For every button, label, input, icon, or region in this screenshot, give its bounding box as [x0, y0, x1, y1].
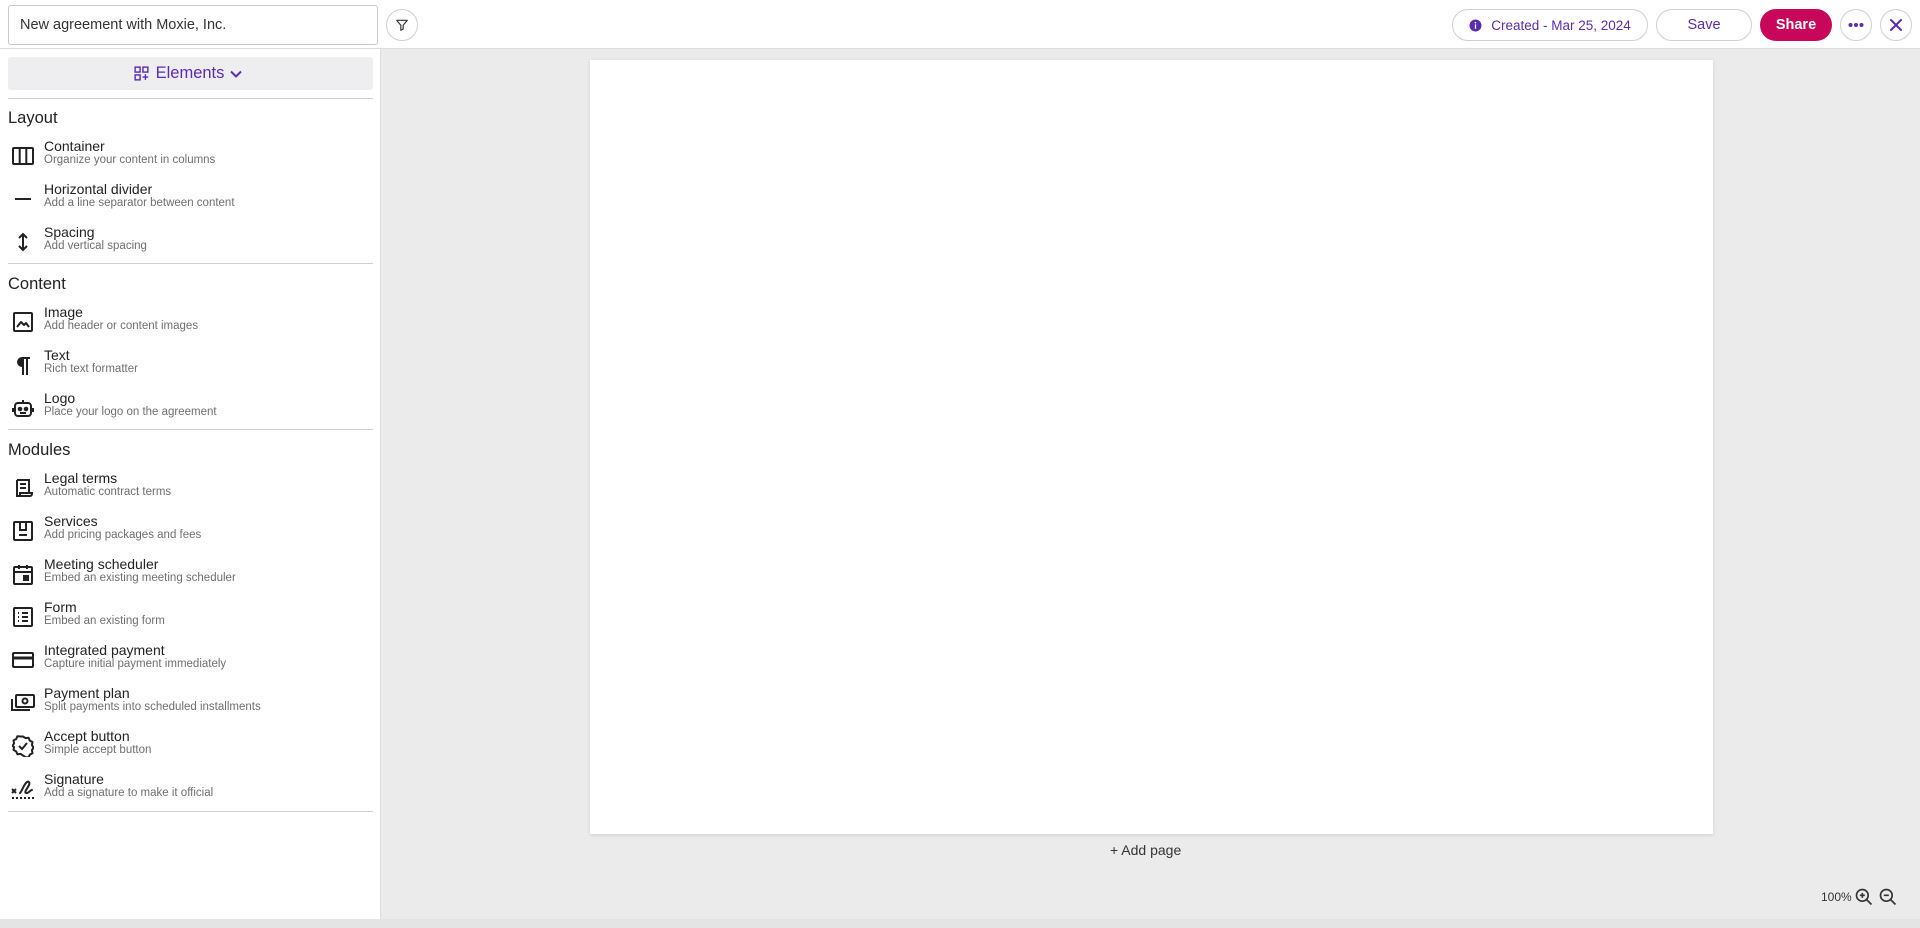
created-date-label: Created - Mar 25, 2024	[1491, 17, 1631, 33]
divider	[8, 811, 373, 812]
element-label: Integrated payment	[44, 642, 165, 658]
element-label: Logo	[44, 390, 76, 406]
scroll-icon	[11, 476, 35, 500]
element-description: Automatic contract terms	[44, 486, 172, 498]
element-label: Meeting scheduler	[44, 556, 159, 572]
check-badge-icon	[11, 734, 35, 758]
filter-button[interactable]	[386, 9, 418, 41]
element-item-services[interactable]: Services Add pricing packages and fees	[8, 512, 373, 552]
element-label: Services	[44, 513, 98, 529]
top-bar: Created - Mar 25, 2024 Save Share	[0, 0, 1920, 49]
element-label: Image	[44, 304, 83, 320]
money-stack-icon	[11, 691, 35, 715]
divider	[8, 98, 373, 99]
zoom-out-icon[interactable]	[1878, 887, 1898, 907]
elements-grid-icon	[133, 65, 156, 82]
calendar-icon	[11, 562, 35, 586]
box-icon	[11, 519, 35, 543]
element-item-payment-plan[interactable]: Payment plan Split payments into schedul…	[8, 684, 373, 724]
element-description: Add header or content images	[44, 320, 199, 332]
zoom-level: 100%	[1821, 890, 1852, 904]
info-icon	[1469, 19, 1482, 32]
element-description: Place your logo on the agreement	[44, 406, 217, 418]
element-label: Horizontal divider	[44, 181, 153, 197]
created-status-button[interactable]: Created - Mar 25, 2024	[1452, 9, 1648, 41]
element-label: Payment plan	[44, 685, 130, 701]
element-label: Spacing	[44, 224, 95, 240]
save-label: Save	[1687, 17, 1721, 33]
robot-icon	[11, 396, 35, 420]
section-title-layout: Layout	[8, 109, 58, 127]
element-item-horizontal-divider[interactable]: Horizontal divider Add a line separator …	[8, 180, 373, 220]
element-description: Embed an existing meeting scheduler	[44, 572, 236, 584]
more-options-button[interactable]	[1840, 9, 1872, 41]
more-horizontal-icon	[1848, 22, 1864, 28]
element-label: Legal terms	[44, 470, 118, 486]
element-label: Accept button	[44, 728, 130, 744]
filter-icon	[395, 18, 409, 32]
divider	[8, 263, 373, 264]
save-button[interactable]: Save	[1656, 9, 1752, 41]
element-item-signature[interactable]: Signature Add a signature to make it off…	[8, 770, 373, 810]
add-page-button[interactable]: + Add page	[1110, 842, 1181, 858]
element-description: Capture initial payment immediately	[44, 658, 227, 670]
elements-dropdown-button[interactable]: Elements	[8, 57, 373, 90]
element-item-legal-terms[interactable]: Legal terms Automatic contract terms	[8, 469, 373, 509]
divider	[8, 429, 373, 430]
zoom-controls: 100%	[1821, 887, 1898, 907]
elements-label: Elements	[155, 64, 225, 82]
element-description: Rich text formatter	[44, 363, 138, 375]
close-button[interactable]	[1880, 9, 1912, 41]
element-description: Simple accept button	[44, 744, 152, 756]
list-form-icon	[11, 605, 35, 629]
close-icon	[1889, 18, 1903, 32]
document-page-canvas[interactable]	[590, 60, 1713, 834]
vertical-arrows-icon	[11, 230, 35, 254]
element-item-text[interactable]: Text Rich text formatter	[8, 346, 373, 386]
element-item-spacing[interactable]: Spacing Add vertical spacing	[8, 223, 373, 263]
horizontal-line-icon	[11, 187, 35, 211]
element-label: Text	[44, 347, 70, 363]
document-title-input[interactable]	[8, 5, 378, 45]
element-description: Add vertical spacing	[44, 240, 147, 252]
elements-sidebar: Elements Layout Container Organize your …	[0, 49, 381, 919]
element-item-integrated-payment[interactable]: Integrated payment Capture initial payme…	[8, 641, 373, 681]
element-item-logo[interactable]: Logo Place your logo on the agreement	[8, 389, 373, 429]
section-title-content: Content	[8, 275, 66, 293]
columns-icon	[11, 144, 35, 168]
horizontal-scrollbar[interactable]	[0, 919, 1920, 928]
section-title-modules: Modules	[8, 441, 71, 459]
chevron-down-icon	[230, 70, 248, 78]
element-item-container[interactable]: Container Organize your content in colum…	[8, 137, 373, 177]
element-description: Embed an existing form	[44, 615, 165, 627]
element-item-meeting-scheduler[interactable]: Meeting scheduler Embed an existing meet…	[8, 555, 373, 595]
element-label: Form	[44, 599, 77, 615]
credit-card-icon	[11, 648, 35, 672]
element-description: Add a line separator between content	[44, 197, 235, 209]
element-description: Split payments into scheduled installmen…	[44, 701, 261, 713]
share-button[interactable]: Share	[1760, 9, 1832, 41]
element-description: Organize your content in columns	[44, 154, 216, 166]
element-item-accept-button[interactable]: Accept button Simple accept button	[8, 727, 373, 767]
element-description: Add pricing packages and fees	[44, 529, 202, 541]
element-item-form[interactable]: Form Embed an existing form	[8, 598, 373, 638]
pilcrow-icon	[11, 353, 35, 377]
element-item-image[interactable]: Image Add header or content images	[8, 303, 373, 343]
image-icon	[11, 310, 35, 334]
share-label: Share	[1775, 17, 1817, 33]
element-label: Signature	[44, 771, 104, 787]
element-label: Container	[44, 138, 105, 154]
signature-icon	[11, 777, 35, 801]
element-description: Add a signature to make it official	[44, 787, 214, 799]
zoom-in-icon[interactable]	[1854, 887, 1874, 907]
